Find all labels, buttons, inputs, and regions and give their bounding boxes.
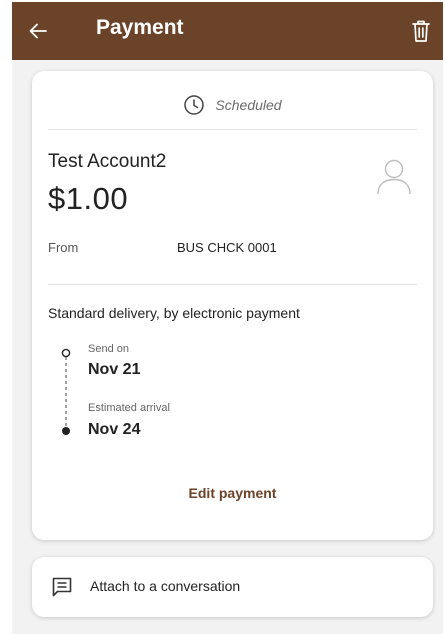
person-icon xyxy=(377,159,411,195)
send-on-label: Send on xyxy=(88,343,129,355)
edit-payment-button[interactable]: Edit payment xyxy=(32,485,433,501)
status-label: Scheduled xyxy=(215,97,282,113)
payee-name: Test Account2 xyxy=(48,151,167,172)
divider xyxy=(48,284,417,285)
payment-details-card: Scheduled Test Account2 $1.00 From BUS C… xyxy=(32,71,433,540)
app-bar: Payment xyxy=(12,2,443,60)
chat-icon xyxy=(52,577,72,597)
timeline-track xyxy=(61,348,71,435)
payment-amount: $1.00 xyxy=(48,181,129,216)
estimated-arrival-label: Estimated arrival xyxy=(88,402,170,414)
page-title: Payment xyxy=(96,16,184,39)
arrival-date: Nov 24 xyxy=(88,421,141,438)
delivery-method: Standard delivery, by electronic payment xyxy=(48,305,300,321)
attach-label: Attach to a conversation xyxy=(90,578,241,594)
attach-conversation-card[interactable]: Attach to a conversation xyxy=(32,557,433,617)
send-date: Nov 21 xyxy=(88,361,141,378)
clock-icon xyxy=(184,95,205,115)
divider xyxy=(48,129,417,130)
from-label: From xyxy=(48,240,79,255)
from-account: BUS CHCK 0001 xyxy=(177,240,277,255)
app-screen: Payment Scheduled Test Account2 $1.00 Fr… xyxy=(12,2,443,634)
status-row: Scheduled xyxy=(32,93,433,117)
arrow-left-icon[interactable] xyxy=(26,19,50,43)
trash-icon[interactable] xyxy=(409,18,433,44)
